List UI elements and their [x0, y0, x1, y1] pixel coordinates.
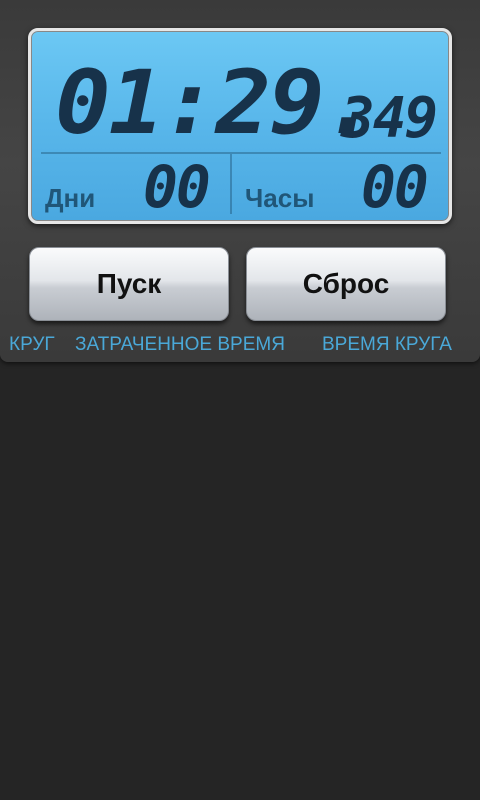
lap-list	[0, 364, 480, 800]
lcd-main-time: 01:29. 349	[51, 51, 441, 161]
hours-label: Часы	[245, 183, 315, 213]
lap-table-header: КРУГ ЗАТРАЧЕННОЕ ВРЕМЯ ВРЕМЯ КРУГА	[0, 334, 480, 360]
fraction-display: 349	[341, 86, 438, 151]
stopwatch-panel: 01:29. 349 Дни 00 Часы 00 Пуск Сброс КРУ…	[0, 0, 480, 362]
main-time-display: 01:29.	[55, 51, 378, 154]
days-value: 00	[143, 153, 211, 221]
column-header-elapsed: ЗАТРАЧЕННОЕ ВРЕМЯ	[75, 334, 285, 355]
lcd-divider-vertical	[230, 154, 232, 214]
reset-button[interactable]: Сброс	[246, 247, 446, 321]
start-button[interactable]: Пуск	[29, 247, 229, 321]
lcd-display: 01:29. 349 Дни 00 Часы 00	[28, 28, 452, 224]
hours-value: 00	[361, 153, 429, 221]
days-label: Дни	[45, 183, 96, 213]
column-header-lap: КРУГ	[9, 334, 55, 355]
column-header-lap-time: ВРЕМЯ КРУГА	[322, 334, 452, 355]
